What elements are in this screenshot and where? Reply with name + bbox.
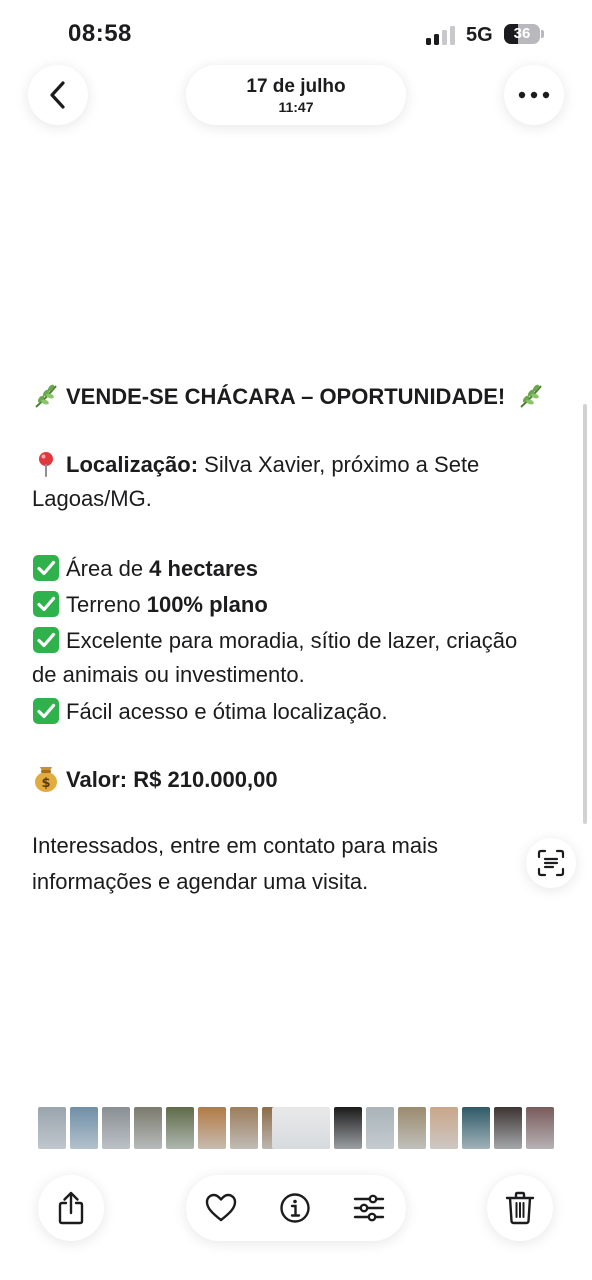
area-prefix: Área de — [66, 556, 150, 581]
location-line-2: Lagoas/MG. — [32, 486, 152, 511]
network-type: 5G — [466, 24, 493, 46]
location-value: Silva Xavier, próximo a Sete — [198, 452, 480, 477]
scroll-indicator[interactable] — [583, 404, 587, 824]
live-text-button[interactable] — [526, 838, 576, 888]
heart-icon — [205, 1193, 237, 1222]
photo-thumbnail[interactable] — [198, 1107, 226, 1149]
share-button[interactable] — [38, 1175, 104, 1241]
terrain-line: Terreno 100% plano — [32, 590, 268, 618]
excellent-text: Excelente para moradia, sítio de lazer, … — [66, 628, 518, 653]
action-toolbar — [186, 1175, 406, 1241]
adjust-button[interactable] — [352, 1191, 386, 1225]
price-line: $ Valor: R$ 210.000,00 — [32, 765, 278, 793]
photo-thumbnail[interactable] — [70, 1107, 98, 1149]
terrain-value: 100% plano — [146, 592, 268, 617]
photo-thumbnail[interactable] — [494, 1107, 522, 1149]
sliders-icon — [353, 1194, 385, 1222]
check-mark-icon — [33, 591, 59, 617]
access-text: Fácil acesso e ótima localização. — [66, 699, 388, 724]
location-label: Localização: — [66, 452, 199, 477]
excellent-line: Excelente para moradia, sítio de lazer, … — [32, 626, 517, 654]
area-value: 4 hectares — [149, 556, 259, 581]
share-icon — [58, 1191, 84, 1225]
date-header[interactable]: 17 de julho 11:47 — [186, 65, 406, 125]
delete-button[interactable] — [487, 1175, 553, 1241]
money-bag-icon: $ — [35, 767, 57, 792]
info-icon — [280, 1193, 310, 1223]
back-button[interactable] — [28, 65, 88, 125]
photo-thumbnail[interactable] — [230, 1107, 258, 1149]
price-text: Valor: R$ 210.000,00 — [66, 767, 278, 792]
photo-thumbnail[interactable] — [430, 1107, 458, 1149]
live-text-icon — [537, 849, 565, 877]
photo-thumbnail[interactable] — [134, 1107, 162, 1149]
photo-thumbnail[interactable] — [38, 1107, 66, 1149]
photo-thumbnail[interactable] — [398, 1107, 426, 1149]
photo-thumbnail[interactable] — [334, 1107, 362, 1149]
herb-icon — [35, 384, 57, 408]
header-time: 11:47 — [278, 99, 314, 115]
location-line: Localização: Silva Xavier, próximo a Set… — [32, 450, 479, 478]
ellipsis-icon — [518, 91, 550, 99]
excellent-line-2: de animais ou investimento. — [32, 662, 305, 687]
battery-tip — [541, 30, 544, 38]
thumbnail-strip[interactable] — [32, 1107, 562, 1149]
info-button[interactable] — [278, 1191, 312, 1225]
chevron-left-icon — [50, 81, 65, 109]
herb-icon — [520, 384, 543, 408]
battery-icon: 36 — [504, 24, 540, 44]
post-title: VENDE-SE CHÁCARA – OPORTUNIDADE! — [66, 384, 506, 409]
check-mark-icon — [33, 555, 59, 581]
photo-thumbnail[interactable] — [166, 1107, 194, 1149]
cellular-signal-icon — [426, 25, 456, 45]
svg-text:$: $ — [41, 776, 50, 791]
contact-line: Interessados, entre em contato para mais — [32, 833, 438, 858]
check-mark-icon — [33, 627, 59, 653]
photo-thumbnail[interactable] — [366, 1107, 394, 1149]
contact-line-2: informações e agendar uma visita. — [32, 869, 369, 894]
trash-icon — [505, 1191, 535, 1225]
photo-thumbnail[interactable] — [102, 1107, 130, 1149]
post-title-line: VENDE-SE CHÁCARA – OPORTUNIDADE! — [32, 382, 545, 410]
terrain-prefix: Terreno — [66, 592, 147, 617]
photo-thumbnail[interactable] — [272, 1107, 330, 1149]
header-date: 17 de julho — [246, 76, 346, 97]
battery-level: 36 — [513, 25, 531, 42]
pushpin-icon — [39, 452, 53, 477]
status-time: 08:58 — [68, 20, 132, 47]
favorite-button[interactable] — [204, 1191, 238, 1225]
check-mark-icon — [33, 698, 59, 724]
photo-thumbnail[interactable] — [462, 1107, 490, 1149]
post-image: VENDE-SE CHÁCARA – OPORTUNIDADE! Localiz… — [0, 376, 592, 904]
photo-thumbnail[interactable] — [526, 1107, 554, 1149]
area-line: Área de 4 hectares — [32, 554, 258, 582]
more-options-button[interactable] — [504, 65, 564, 125]
access-line: Fácil acesso e ótima localização. — [32, 697, 388, 725]
